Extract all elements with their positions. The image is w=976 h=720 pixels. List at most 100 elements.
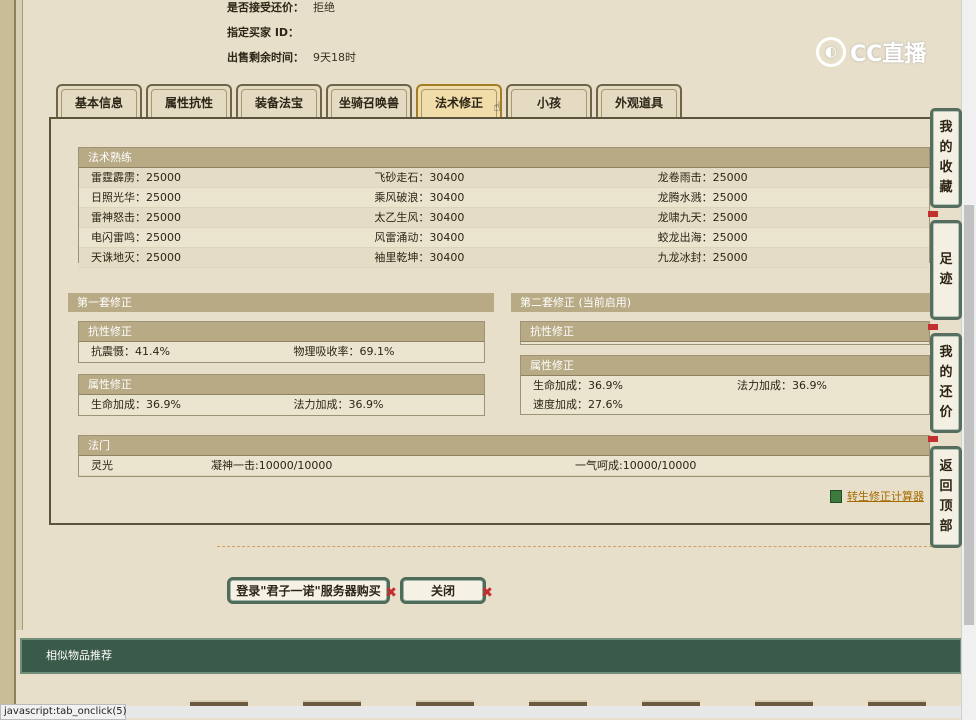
table-cell: 龙啸九天：25000 (657, 211, 748, 224)
side-char: 我 (939, 345, 953, 360)
tab-appearance[interactable]: 外观道具 (596, 84, 682, 118)
tab-equipment[interactable]: 装备法宝 (236, 84, 322, 118)
table-cell: 生命加成：36.9% (533, 379, 623, 392)
table-row: 速度加成：27.6% (521, 395, 929, 414)
vertical-scrollbar[interactable] (961, 0, 976, 720)
table-cell: 电闪雷鸣：25000 (91, 231, 181, 244)
set1-title: 第一套修正 (68, 293, 494, 312)
login-buy-label: 登录"君子一诺"服务器购买 (236, 584, 381, 598)
table-cell: 龙卷雨击：25000 (657, 171, 748, 184)
login-buy-button[interactable]: 登录"君子一诺"服务器购买 ✖ (227, 577, 397, 604)
spell-mastery-title: 法术熟练 (79, 148, 929, 168)
divider (217, 546, 937, 547)
famen-box: 法门 灵光 凝神一击:10000/10000 一气呵成:10000/10000 (78, 435, 930, 477)
table-cell: 飞砂走石：30400 (374, 171, 465, 184)
table-row: 日照光华：25000 乘风破浪：30400 龙腾水溅：25000 (79, 188, 929, 208)
side-char: 收 (939, 160, 953, 175)
rebirth-calc-link[interactable]: 转生修正计算器 (830, 488, 924, 504)
hand-cursor-icon: ☝ (493, 100, 501, 115)
tab-attr-resist[interactable]: 属性抗性 (146, 84, 232, 118)
famen-title: 法门 (79, 436, 929, 456)
side-char: 顶 (939, 499, 953, 514)
table-cell: 物理吸收率：69.1% (293, 345, 395, 358)
info-label: 指定买家 ID： (227, 26, 300, 39)
side-char: 的 (939, 140, 953, 155)
logo-icon: ◐ (816, 37, 846, 67)
set2-resist-title: 抗性修正 (521, 322, 929, 342)
table-cell: 风雷涌动：30400 (374, 231, 465, 244)
table-row: 灵光 凝神一击:10000/10000 一气呵成:10000/10000 (79, 456, 929, 476)
side-back-to-top-button[interactable]: 返 回 顶 部 (930, 446, 962, 548)
tab-spell-modifier[interactable]: 法术修正 (416, 84, 502, 118)
table-row: 雷神怒击：25000 太乙生风：30400 龙啸九天：25000 (79, 208, 929, 228)
table-cell: 抗震慑：41.4% (91, 345, 170, 358)
side-char: 价 (939, 405, 953, 420)
set2-attr-box: 属性修正 生命加成：36.9% 法力加成：36.9% 速度加成：27.6% (520, 355, 930, 415)
info-label: 是否接受还价： (227, 1, 304, 14)
side-char: 迹 (939, 272, 953, 287)
close-mark-icon: ✖ (481, 585, 493, 601)
info-row-buyer-id: 指定买家 ID： (227, 25, 356, 50)
table-cell: 九龙冰封：25000 (657, 251, 748, 264)
side-favorites-button[interactable]: 我 的 收 藏 (930, 108, 962, 208)
table-cell: 灵光 (91, 459, 113, 472)
connector-deco (928, 436, 938, 442)
side-my-offers-button[interactable]: 我 的 还 价 (930, 333, 962, 433)
set2-resist-box: 抗性修正 (520, 321, 930, 345)
close-mark-icon: ✖ (385, 585, 397, 601)
close-label: 关闭 (430, 584, 455, 598)
table-cell: 雷霆霹雳：25000 (91, 171, 181, 184)
status-bar-url: javascript:tab_onclick(5); (0, 704, 130, 720)
set1-attr-title: 属性修正 (79, 375, 484, 395)
side-history-button[interactable]: 足 迹 (930, 220, 962, 320)
table-row: 抗震慑：41.4% 物理吸收率：69.1% (79, 342, 484, 361)
set2-title: 第二套修正 (当前启用) (511, 293, 931, 312)
spell-mastery-box: 法术熟练 雷霆霹雳：25000 飞砂走石：30400 龙卷雨击：25000 日照… (78, 147, 930, 268)
table-cell: 一气呵成:10000/10000 (575, 459, 697, 472)
table-cell: 乘风破浪：30400 (374, 191, 465, 204)
side-char: 的 (939, 365, 953, 380)
table-row: 雷霆霹雳：25000 飞砂走石：30400 龙卷雨击：25000 (79, 168, 929, 188)
connector-deco (928, 324, 938, 330)
tab-basic-info[interactable]: 基本信息 (56, 84, 142, 118)
table-row: 生命加成：36.9% 法力加成：36.9% (79, 395, 484, 414)
info-value: 拒绝 (313, 1, 335, 14)
calculator-icon (830, 489, 842, 503)
info-row-counter-offer: 是否接受还价： 拒绝 (227, 0, 356, 25)
side-char: 足 (939, 252, 953, 267)
info-row-time-left: 出售剩余时间： 9天18时 (227, 50, 356, 75)
table-cell (725, 395, 929, 414)
table-cell: 生命加成：36.9% (91, 398, 181, 411)
side-char: 藏 (939, 180, 953, 195)
similar-items-title: 相似物品推荐 (46, 649, 112, 662)
scrollbar-thumb[interactable] (964, 205, 974, 625)
table-cell: 法力加成：36.9% (737, 379, 827, 392)
watermark-logo: ◐ CC直播 (816, 36, 926, 68)
left-frame (0, 0, 16, 720)
left-frame-inner (16, 0, 23, 630)
side-char: 回 (939, 479, 953, 494)
sale-info: 是否接受还价： 拒绝 指定买家 ID： 出售剩余时间： 9天18时 (227, 0, 356, 75)
table-row: 天诛地灭：25000 袖里乾坤：30400 九龙冰封：25000 (79, 248, 929, 268)
set1-resist-box: 抗性修正 抗震慑：41.4% 物理吸收率：69.1% (78, 321, 485, 363)
similar-items-header: 相似物品推荐 (20, 638, 962, 674)
table-cell: 龙腾水溅：25000 (657, 191, 748, 204)
table-cell: 凝神一击:10000/10000 (211, 459, 333, 472)
table-row: 电闪雷鸣：25000 风雷涌动：30400 蛟龙出海：25000 (79, 228, 929, 248)
tab-children[interactable]: 小孩 (506, 84, 592, 118)
side-char: 还 (939, 385, 953, 400)
tab-mounts-summons[interactable]: 坐骑召唤兽 (326, 84, 412, 118)
set1-resist-title: 抗性修正 (79, 322, 484, 342)
set2-attr-title: 属性修正 (521, 356, 929, 376)
side-char: 返 (939, 459, 953, 474)
close-button[interactable]: 关闭 ✖ (400, 577, 493, 604)
side-char: 部 (939, 519, 953, 534)
horizontal-scrollbar[interactable] (126, 706, 962, 718)
table-cell: 日照光华：25000 (91, 191, 181, 204)
table-cell: 速度加成：27.6% (533, 398, 623, 411)
table-cell: 法力加成：36.9% (293, 398, 384, 411)
table-cell: 天诛地灭：25000 (91, 251, 181, 264)
tab-bar: 基本信息 属性抗性 装备法宝 坐骑召唤兽 法术修正 小孩 外观道具 (56, 84, 686, 118)
side-char: 我 (939, 120, 953, 135)
table-cell: 雷神怒击：25000 (91, 211, 181, 224)
